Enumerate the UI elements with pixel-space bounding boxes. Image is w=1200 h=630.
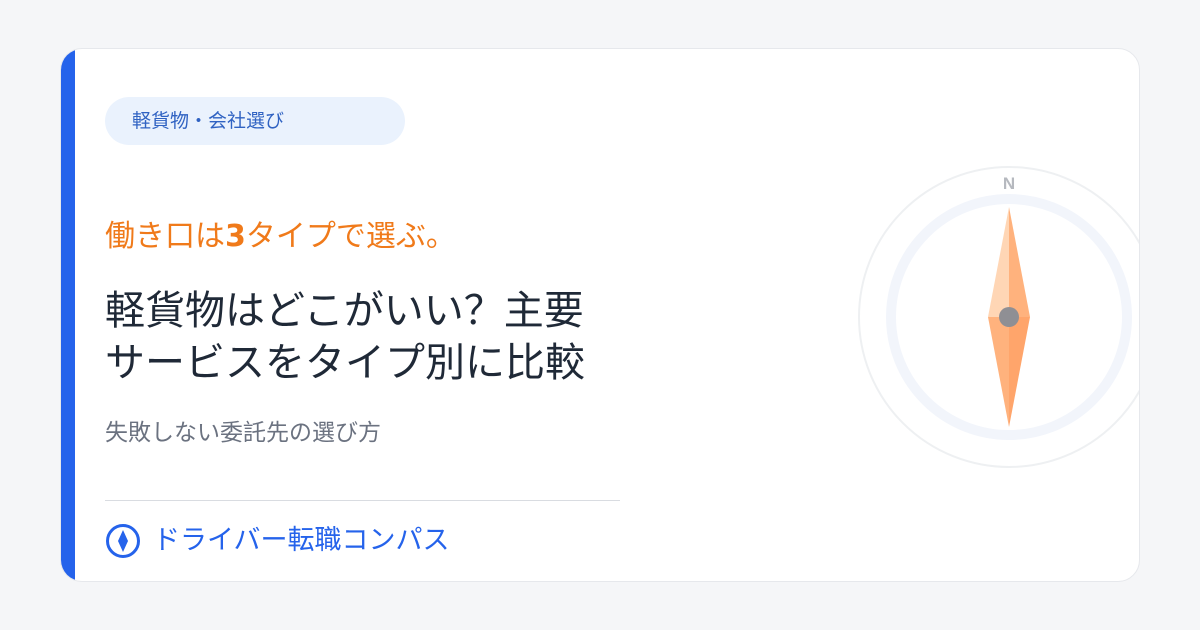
eyebrow-text: 働き口は3タイプで選ぶ。 <box>105 217 456 257</box>
hero-card: 軽貨物・会社選び 働き口は3タイプで選ぶ。 軽貨物はどこがいい？主要 サービスを… <box>60 48 1140 582</box>
compass-diamond-icon <box>106 524 140 558</box>
page-title: 軽貨物はどこがいい？主要 サービスをタイプ別に比較 <box>105 285 585 389</box>
eyebrow-highlight: 3 <box>225 219 246 254</box>
eyebrow-prefix: 働き口は <box>105 219 225 254</box>
subtitle: 失敗しない委託先の選び方 <box>105 420 381 446</box>
compass-north-label: N <box>1003 174 1015 193</box>
accent-bar <box>61 49 75 581</box>
category-tag[interactable]: 軽貨物・会社選び <box>105 97 405 145</box>
brand-name: ドライバー転職コンパス <box>153 525 450 556</box>
page-title-line-2: サービスをタイプ別に比較 <box>105 340 585 386</box>
page-title-line-1: 軽貨物はどこがいい？主要 <box>105 288 584 334</box>
brand[interactable]: ドライバー転職コンパス <box>105 523 449 559</box>
compass-icon: N <box>858 166 1139 468</box>
divider <box>105 500 620 501</box>
eyebrow-suffix: タイプで選ぶ。 <box>245 219 456 254</box>
needle-pivot <box>999 307 1019 327</box>
